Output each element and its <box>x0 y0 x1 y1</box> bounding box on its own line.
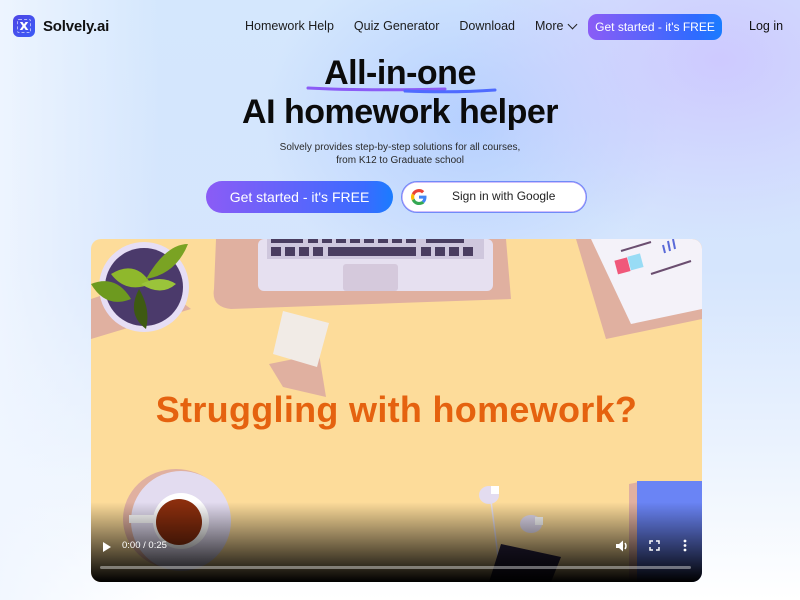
video-time-display: 0:00 / 0:25 <box>122 540 167 551</box>
nav-link-homework-help[interactable]: Homework Help <box>245 19 334 33</box>
video-progress-bar[interactable] <box>100 566 691 569</box>
intro-video-player[interactable]: Struggling with homework? 0:00 / 0:25 <box>91 239 702 582</box>
laptop-keys <box>271 239 473 256</box>
get-started-button[interactable]: Get started - it's FREE <box>206 181 393 213</box>
nav-get-started-button[interactable]: Get started - it's FREE <box>588 14 722 40</box>
google-sign-in-button[interactable]: Sign in with Google <box>401 181 587 213</box>
more-options-icon[interactable] <box>683 539 687 552</box>
chevron-down-icon <box>568 19 578 29</box>
earphone-left-tip <box>491 486 499 494</box>
subtitle-line-2: from K12 to Graduate school <box>336 155 464 166</box>
google-icon <box>411 189 427 205</box>
nav-link-more[interactable]: More <box>534 19 578 33</box>
volume-icon[interactable] <box>615 539 629 553</box>
nav-link-quiz-generator[interactable]: Quiz Generator <box>354 19 439 33</box>
nav-link-more-label: More <box>534 19 564 33</box>
video-controls-bar: 0:00 / 0:25 <box>91 522 702 582</box>
top-navigation: x Solvely.ai Homework Help Quiz Generato… <box>0 0 800 52</box>
login-link[interactable]: Log in <box>749 19 783 33</box>
logo-glyph: x <box>19 18 29 34</box>
fullscreen-icon[interactable] <box>649 540 660 551</box>
sticky-note <box>273 311 329 367</box>
laptop-trackpad <box>343 264 398 291</box>
nav-links: Homework Help Quiz Generator Download Mo… <box>245 19 596 33</box>
video-title-overlay: Struggling with homework? <box>155 389 638 430</box>
brand-logo[interactable]: x Solvely.ai <box>13 15 109 37</box>
subtitle-line-1: Solvely provides step-by-step solutions … <box>279 142 521 153</box>
nav-link-download[interactable]: Download <box>459 19 515 33</box>
brand-name: Solvely.ai <box>43 17 110 35</box>
headline-line-2: AI homework helper <box>242 93 558 131</box>
google-sign-in-label: Sign in with Google <box>452 189 556 203</box>
solvely-logo-icon: x <box>13 15 35 37</box>
play-icon[interactable] <box>103 542 111 552</box>
